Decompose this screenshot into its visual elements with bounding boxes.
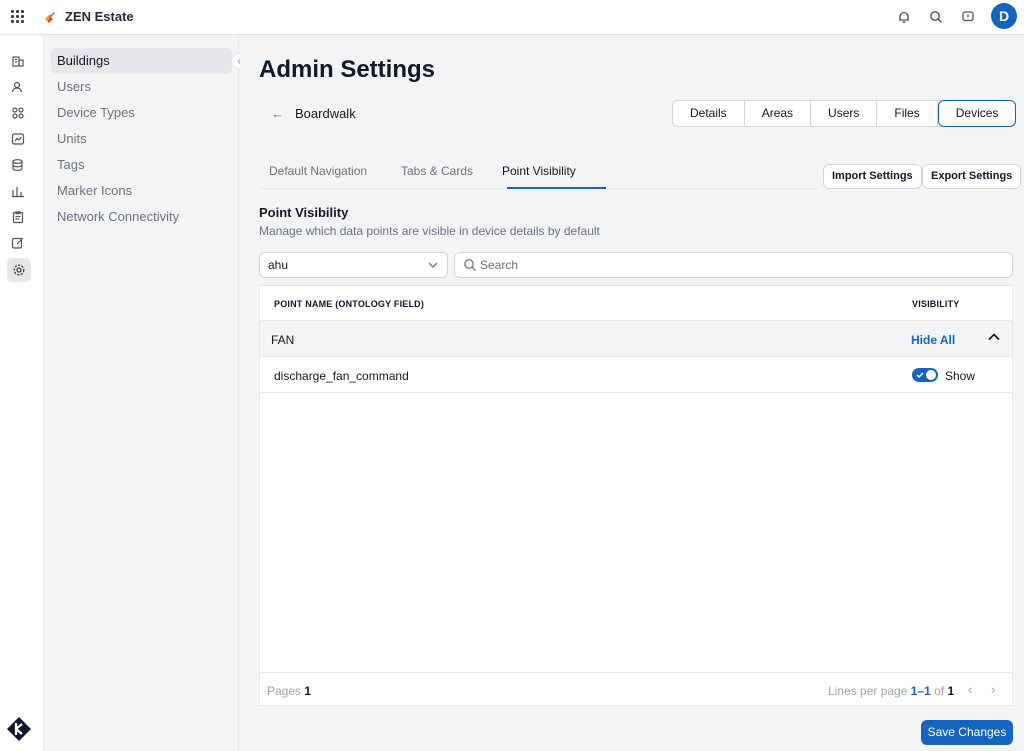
- points-table: POINT NAME (ONTOLOGY FIELD) VISIBILITY F…: [259, 285, 1013, 706]
- company-logo: [7, 717, 31, 741]
- search-field[interactable]: [454, 252, 1013, 278]
- brand-name: ZEN Estate: [65, 9, 134, 24]
- point-name: discharge_fan_command: [274, 369, 409, 383]
- avatar[interactable]: D: [991, 3, 1017, 29]
- tab-tabs-cards[interactable]: Tabs & Cards: [401, 164, 473, 178]
- lines-per-page-label: Lines per page: [828, 684, 908, 698]
- subnav-item-marker-icons[interactable]: Marker Icons: [51, 178, 232, 204]
- subnav-item-network-connectivity[interactable]: Network Connectivity: [51, 204, 232, 230]
- chevron-down-icon: [427, 253, 439, 286]
- settings-icon[interactable]: [7, 258, 31, 282]
- column-header-visibility: VISIBILITY: [912, 299, 960, 309]
- apps-grid-icon[interactable]: [11, 10, 24, 23]
- subnav-item-units[interactable]: Units: [51, 126, 232, 152]
- database-icon[interactable]: [9, 156, 27, 174]
- subnav-item-device-types[interactable]: Device Types: [51, 100, 232, 126]
- tab-areas[interactable]: Areas: [745, 101, 812, 126]
- subnav-item-buildings[interactable]: Buildings: [51, 48, 232, 74]
- main-content: Admin Settings ← Boardwalk Details Areas…: [240, 36, 1024, 751]
- building-tabs: Details Areas Users Files Devices: [672, 100, 1017, 127]
- clipboard-icon[interactable]: [9, 208, 27, 226]
- visibility-label: Show: [945, 369, 976, 383]
- device-type-select[interactable]: ahu: [259, 252, 448, 278]
- search-icon[interactable]: [927, 8, 945, 26]
- tab-details[interactable]: Details: [673, 101, 745, 126]
- tab-users[interactable]: Users: [811, 101, 878, 126]
- toggle-knob: [926, 370, 936, 380]
- previous-page-icon[interactable]: ‹: [968, 682, 972, 697]
- page-title: Admin Settings: [259, 56, 436, 83]
- section-title: Point Visibility: [259, 205, 349, 220]
- icon-rail: >|: [0, 36, 44, 751]
- brand-logo: [45, 12, 55, 23]
- subnav-item-tags[interactable]: Tags: [51, 152, 232, 178]
- top-bar: ZEN Estate D: [0, 0, 1024, 35]
- buildings-icon[interactable]: [9, 52, 27, 70]
- page-range[interactable]: 1–1: [911, 684, 931, 698]
- check-icon: [916, 372, 924, 378]
- lines-per-page: Lines per page 1–1 of 1: [828, 684, 954, 698]
- table-header: POINT NAME (ONTOLOGY FIELD) VISIBILITY: [260, 286, 1012, 321]
- notifications-bell-icon[interactable]: [895, 8, 913, 26]
- device-type-value: ahu: [268, 258, 289, 272]
- tab-files[interactable]: Files: [877, 101, 938, 126]
- of-label: of: [934, 684, 945, 698]
- settings-subnav: Buildings Users Device Types Units Tags …: [45, 36, 239, 751]
- export-settings-button[interactable]: Export Settings: [922, 164, 1022, 189]
- tasks-icon[interactable]: [9, 182, 27, 200]
- total-count: 1: [947, 684, 955, 698]
- group-label: FAN: [271, 333, 295, 347]
- apps-icon[interactable]: [9, 104, 27, 122]
- analytics-icon[interactable]: [9, 130, 27, 148]
- active-tab-indicator: [507, 187, 606, 189]
- building-name: Boardwalk: [295, 106, 356, 121]
- tab-devices[interactable]: Devices: [937, 100, 1017, 127]
- device-settings-tabs: Default Navigation Tabs & Cards Point Vi…: [259, 156, 816, 189]
- tab-point-visibility[interactable]: Point Visibility: [502, 164, 576, 178]
- pages-value: 1: [304, 684, 312, 698]
- import-settings-button[interactable]: Import Settings: [823, 164, 922, 189]
- hide-all-button[interactable]: Hide All: [911, 333, 955, 347]
- group-row-fan[interactable]: FAN Hide All: [260, 321, 1012, 357]
- subnav-item-users[interactable]: Users: [51, 74, 232, 100]
- chevron-up-icon[interactable]: [987, 330, 1001, 344]
- table-pagination: Pages 1 Lines per page 1–1 of 1 ‹ ›: [259, 672, 1013, 706]
- section-description: Manage which data points are visible in …: [259, 224, 600, 238]
- next-page-icon[interactable]: ›: [991, 682, 995, 697]
- edit-icon[interactable]: [9, 234, 27, 252]
- pages-indicator: Pages 1: [267, 684, 311, 698]
- users-icon[interactable]: [9, 78, 27, 96]
- search-icon: [464, 259, 476, 271]
- back-arrow-icon[interactable]: ←: [271, 106, 284, 121]
- column-header-point-name: POINT NAME (ONTOLOGY FIELD): [274, 299, 425, 309]
- feedback-icon[interactable]: [959, 8, 977, 26]
- tab-default-navigation[interactable]: Default Navigation: [269, 164, 367, 178]
- search-input[interactable]: [480, 257, 980, 273]
- pages-label: Pages: [267, 684, 302, 698]
- save-changes-button[interactable]: Save Changes: [921, 720, 1013, 745]
- table-row: discharge_fan_command Show: [260, 357, 1012, 393]
- visibility-toggle[interactable]: [912, 368, 938, 382]
